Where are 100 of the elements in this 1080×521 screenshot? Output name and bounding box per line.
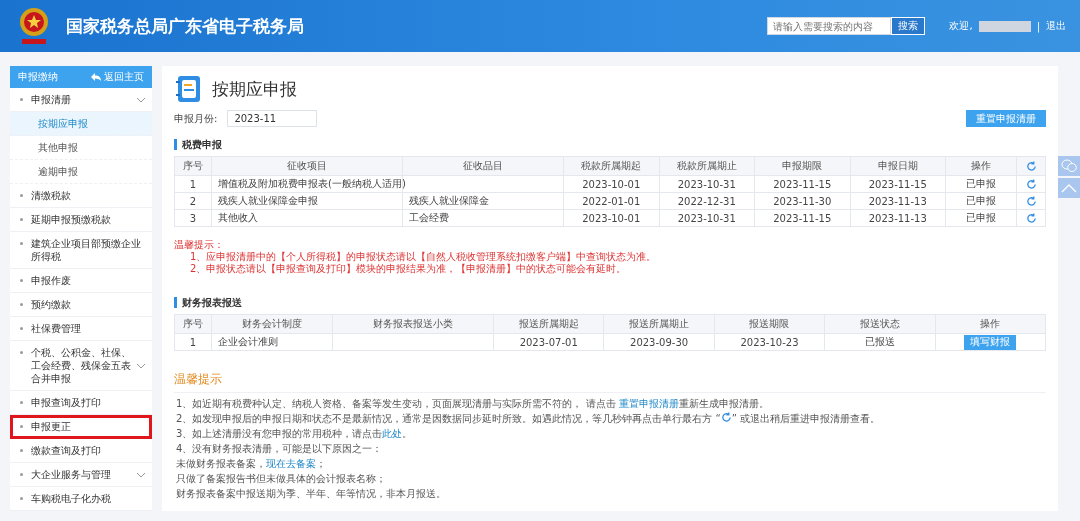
column-header: 序号 <box>174 314 212 334</box>
table-cell: 企业会计准则 <box>211 333 333 351</box>
chevron-down-icon <box>136 362 146 369</box>
refresh-icon[interactable] <box>1025 160 1037 172</box>
tip-text: 只做了备案报告书但未做具体的会计报表名称； <box>176 472 387 486</box>
table-cell: 工会经费 <box>402 209 564 227</box>
sidebar-item[interactable]: 车购税电子化办税 <box>10 487 152 511</box>
tips-title: 温馨提示 <box>174 371 1046 393</box>
bullet-icon <box>20 279 23 282</box>
bullet-icon <box>20 303 23 306</box>
table-cell: 2022-12-31 <box>659 192 755 210</box>
tip-link[interactable]: 现在去备案 <box>266 458 316 469</box>
table-cell: 1 <box>174 175 212 193</box>
search-field[interactable]: 请输入需要搜索的内容 <box>767 17 892 35</box>
month-field[interactable]: 2023-11 <box>227 110 318 127</box>
column-header: 征收项目 <box>211 156 403 176</box>
bullet-icon <box>20 218 23 221</box>
bullet-icon <box>20 401 23 404</box>
table-cell: 3 <box>174 209 212 227</box>
table-cell: 2023-10-31 <box>659 209 755 227</box>
column-header: 财务会计制度 <box>211 314 333 334</box>
back-arrow-icon <box>91 73 101 81</box>
bullet-icon <box>20 473 23 476</box>
sidebar-item[interactable]: 社保费管理 <box>10 317 152 341</box>
table-cell: 2022-01-01 <box>563 192 659 210</box>
chat-bubbles-icon <box>1061 159 1077 173</box>
scroll-top-button[interactable] <box>1058 178 1080 198</box>
refresh-icon[interactable] <box>1025 178 1037 190</box>
sidebar-title: 申报缴纳 <box>18 70 58 84</box>
tip-text: 3、如上述清册没有您申报的常用税种，请点击此处。 <box>176 427 414 441</box>
page-title: 按期应申报 <box>212 77 297 101</box>
column-header: 申报期限 <box>754 156 850 176</box>
tip-text: 4、没有财务报表清册，可能是以下原因之一： <box>176 442 384 456</box>
column-header: 序号 <box>174 156 212 176</box>
search-button[interactable]: 搜索 <box>891 17 926 35</box>
tip-text: 2、如发现申报后的申报日期和状态不是最新情况，通常是因数据同步延时所致。如遇此情况，等几秒钟再点击单行最右方 “ ” 或退出稍后重进申报清册查看。 <box>176 411 882 426</box>
table-cell: 2023-11-13 <box>850 209 946 227</box>
sidebar-item[interactable]: 申报查询及打印 <box>10 391 152 415</box>
section-title: 税费申报 <box>174 139 1046 150</box>
refresh-icon[interactable] <box>1025 212 1037 224</box>
chevron-down-icon <box>136 471 146 478</box>
tip-link[interactable]: 此处 <box>382 428 403 439</box>
column-header: 税款所属期止 <box>659 156 755 176</box>
table-cell: 残疾人就业保障金申报 <box>211 192 403 210</box>
section-title: 财务报表报送 <box>174 297 1046 308</box>
refresh-icon[interactable] <box>1025 195 1037 207</box>
sidebar-item[interactable]: 大企业服务与管理 <box>10 463 152 487</box>
table-cell: 2023-10-31 <box>659 175 755 193</box>
table-cell: 2023-11-13 <box>850 192 946 210</box>
welcome-text: 欢迎, <box>949 19 973 33</box>
sidebar-item[interactable]: 缴款查询及打印 <box>10 439 152 463</box>
table-cell: 已申报 <box>945 209 1017 227</box>
table-cell: 其他收入 <box>211 209 403 227</box>
table-cell: 1 <box>174 333 212 351</box>
tip-text: 1、如近期有税费种认定、纳税人资格、备案等发生变动，页面展现清册与实际所需不符的， 请点击 重置申报清册重新生成申报清册。 <box>176 397 770 411</box>
column-header: 报送所属期止 <box>603 314 715 334</box>
sidebar-item[interactable]: 个税、公积金、社保、工会经费、残保金五表合并申报 <box>10 341 152 391</box>
bullet-icon <box>20 497 23 500</box>
column-header: 报送期限 <box>714 314 825 334</box>
bullet-icon <box>20 425 23 428</box>
separator-text: | <box>1036 20 1040 32</box>
column-header: 税款所属期起 <box>563 156 659 176</box>
bullet-icon <box>20 327 23 330</box>
table-cell: 2023-11-15 <box>850 175 946 193</box>
tip-text: 财务报表备案中报送期为季、半年、年等情况，非本月报送。 <box>176 487 447 501</box>
table-cell: 2023-10-01 <box>563 209 659 227</box>
refresh-icon <box>720 412 732 423</box>
table-cell: 残疾人就业保障金 <box>402 192 564 210</box>
month-label: 申报月份: <box>174 111 218 126</box>
column-header: 申报日期 <box>850 156 946 176</box>
chevron-up-icon <box>1061 183 1077 193</box>
sidebar-item[interactable]: 申报更正 <box>10 415 152 439</box>
redacted-username <box>978 20 1031 32</box>
table-cell: 2023-10-01 <box>563 175 659 193</box>
sidebar-item[interactable]: 延期申报预缴税款 <box>10 208 152 232</box>
bullet-icon <box>20 449 23 452</box>
sidebar-item[interactable]: 申报作废 <box>10 269 152 293</box>
sidebar-item[interactable]: 预约缴款 <box>10 293 152 317</box>
table-cell: 2023-11-15 <box>754 209 850 227</box>
sidebar-subitem[interactable]: 按期应申报 <box>10 112 152 136</box>
notice-text: 2、申报状态请以【申报查询及打印】模块的申报结果为准，【申报清册】中的状态可能会有延时。 <box>189 263 628 275</box>
sidebar-subitem[interactable]: 其他申报 <box>10 136 152 160</box>
column-header: 报送状态 <box>824 314 936 334</box>
table-cell: 2023-11-30 <box>754 192 850 210</box>
column-header: 操作 <box>935 314 1046 334</box>
sidebar-item[interactable]: 清缴税款 <box>10 184 152 208</box>
table-cell: 已报送 <box>824 333 936 351</box>
bullet-icon <box>20 194 23 197</box>
table-cell: 2023-09-30 <box>603 333 715 351</box>
column-header: 操作 <box>945 156 1017 176</box>
table-cell: 增值税及附加税费申报表(一般纳税人适用) <box>211 175 403 193</box>
tip-link[interactable]: 重置申报清册 <box>618 398 679 409</box>
sidebar-subitem[interactable]: 逾期申报 <box>10 160 152 184</box>
bullet-icon <box>20 242 23 245</box>
column-header: 征收品目 <box>402 156 564 176</box>
site-title: 国家税务总局广东省电子税务局 <box>66 14 304 38</box>
table-cell: 已申报 <box>945 175 1017 193</box>
notice-title: 温馨提示： <box>174 239 225 251</box>
tip-text: 未做财务报表备案，现在去备案； <box>176 457 327 471</box>
sidebar-item[interactable]: 建筑企业项目部预缴企业所得税 <box>10 232 152 269</box>
